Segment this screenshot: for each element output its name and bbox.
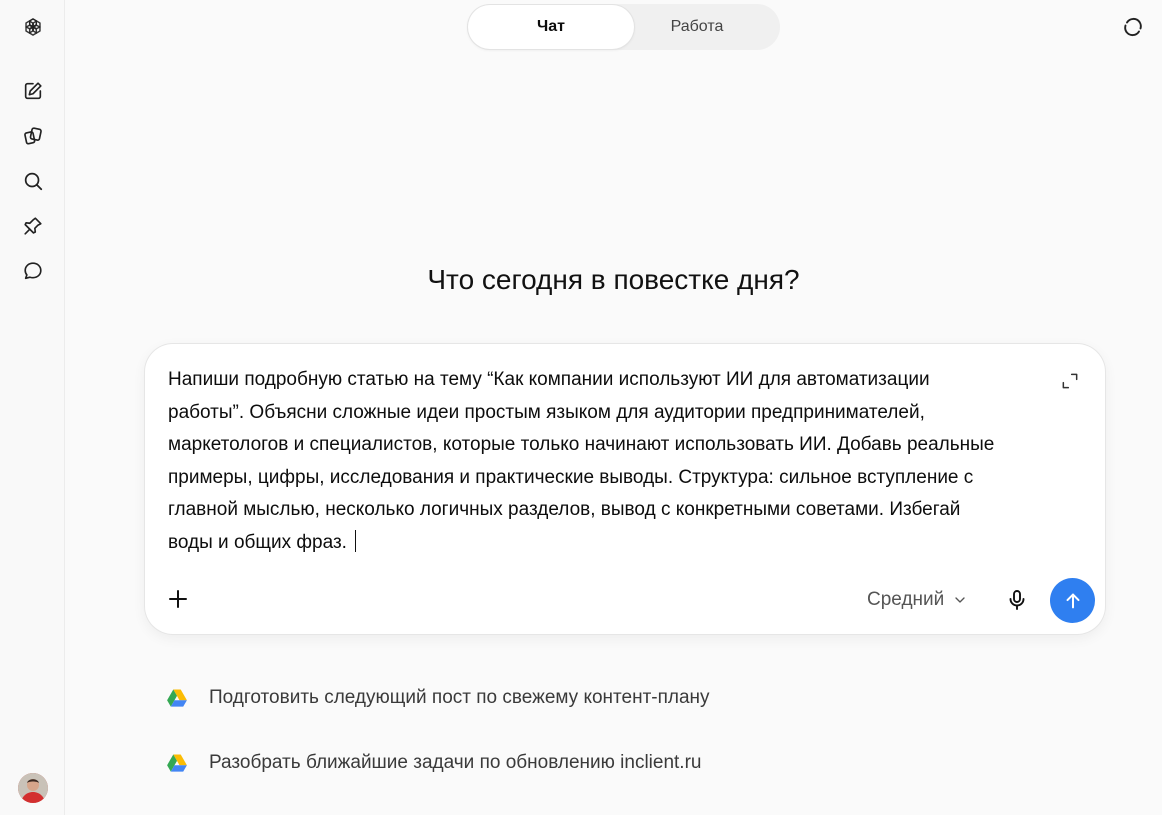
prompt-line: примеры, цифры, исследования и практичес… bbox=[168, 466, 974, 488]
pin-icon[interactable] bbox=[14, 207, 52, 245]
text-caret bbox=[354, 529, 356, 552]
prompt-line: работы”. Объясни сложные идеи простым яз… bbox=[168, 401, 925, 423]
apps-icon[interactable] bbox=[14, 117, 52, 155]
prompt-line: Напиши подробную статью на тему “Как ком… bbox=[168, 369, 930, 390]
model-selector[interactable]: Средний bbox=[867, 584, 968, 616]
prompt-input[interactable]: Напиши подробную статью на тему “Как ком… bbox=[168, 364, 1048, 559]
prompt-line: воды и общих фраз. bbox=[168, 531, 347, 553]
send-button[interactable] bbox=[1050, 578, 1095, 623]
drive-icon bbox=[167, 689, 187, 707]
suggestion-label: Подготовить следующий пост по свежему ко… bbox=[209, 687, 710, 708]
prompt-line-last: воды и общих фраз. bbox=[168, 527, 1048, 560]
avatar[interactable] bbox=[18, 773, 48, 803]
model-label: Средний bbox=[867, 589, 945, 610]
page-title: Что сегодня в повестке дня? bbox=[427, 264, 800, 295]
search-icon[interactable] bbox=[14, 162, 52, 200]
add-attachment-button[interactable] bbox=[161, 582, 195, 616]
prompt-line: маркетологов и специалистов, которые тол… bbox=[168, 434, 995, 455]
suggestion-item[interactable]: Подготовить следующий пост по свежему ко… bbox=[165, 681, 710, 715]
expand-icon[interactable] bbox=[1057, 368, 1083, 394]
chat-bubble-icon[interactable] bbox=[14, 252, 52, 290]
chevron-down-icon bbox=[955, 597, 965, 603]
suggestion-item[interactable]: Разобрать ближайшие задачи по обновлению… bbox=[165, 746, 701, 780]
microphone-button[interactable] bbox=[1001, 584, 1033, 616]
drive-icon bbox=[167, 754, 187, 772]
arrow-up-icon bbox=[1065, 593, 1080, 608]
new-chat-icon[interactable] bbox=[14, 72, 52, 110]
mode-toggle: Чат Работа bbox=[467, 4, 780, 50]
plus-icon bbox=[169, 590, 187, 608]
tab-work[interactable]: Работа bbox=[615, 5, 779, 49]
sidebar bbox=[0, 0, 65, 815]
suggestion-label: Разобрать ближайшие задачи по обновлению… bbox=[209, 752, 702, 773]
prompt-line: главной мыслью, несколько логичных разде… bbox=[168, 499, 961, 520]
temporary-chat-icon[interactable] bbox=[1118, 12, 1148, 42]
microphone-icon bbox=[1009, 590, 1025, 610]
logo-icon[interactable] bbox=[14, 8, 52, 46]
composer: Напиши подробную статью на тему “Как ком… bbox=[145, 344, 1105, 634]
tab-chat[interactable]: Чат bbox=[468, 5, 634, 49]
